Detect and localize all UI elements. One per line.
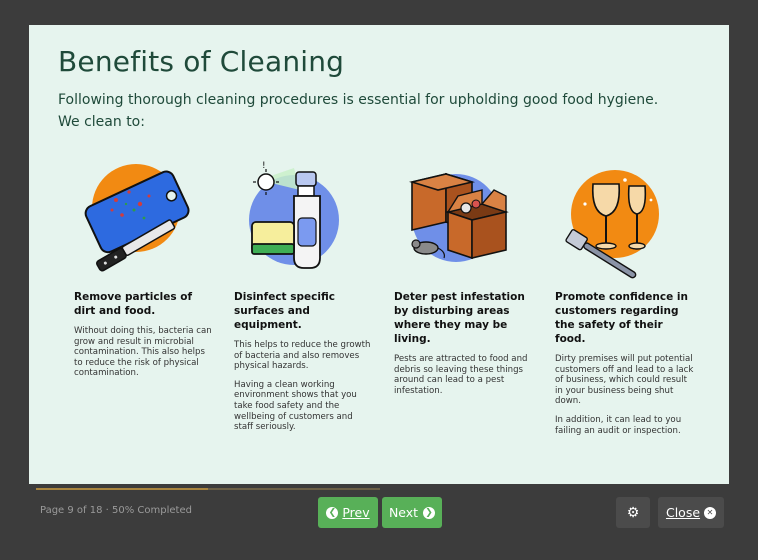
benefit-heading-4: Promote confidence in customers regardin… — [555, 291, 688, 345]
close-button[interactable]: Close ✕ — [658, 497, 724, 528]
page-title: Benefits of Cleaning — [58, 45, 345, 78]
next-label: Next — [388, 505, 419, 520]
benefit-text-4b: In addition, it can lead to you failing … — [555, 414, 682, 436]
benefit-text-2b: Having a clean working environment shows… — [234, 379, 357, 433]
chevron-left-icon: ❮ — [326, 506, 339, 519]
svg-text:!: ! — [262, 161, 266, 171]
progress-bar — [36, 488, 380, 490]
benefit-column-4: Promote confidence in customers regardin… — [555, 160, 695, 444]
benefit-text-4a: Dirty premises will put potential custom… — [555, 354, 694, 407]
close-label: Close — [665, 505, 701, 520]
prev-button[interactable]: ❮ Prev — [318, 497, 378, 528]
spray-bottle-sponge-icon: ! — [234, 160, 354, 280]
benefit-heading-1: Remove particles of dirt and food. — [74, 291, 193, 317]
intro-line-2: We clean to: — [58, 114, 145, 130]
cutting-board-knife-icon — [74, 160, 194, 280]
prev-label: Prev — [342, 505, 370, 520]
intro-line-1: Following thorough cleaning procedures i… — [58, 92, 659, 108]
benefit-text-2a: This helps to reduce the growth of bacte… — [234, 340, 371, 372]
benefit-text-1a: Without doing this, bacteria can grow an… — [74, 326, 212, 379]
content-panel: Benefits of Cleaning Following thorough … — [29, 25, 729, 484]
chevron-right-icon: ❯ — [423, 506, 436, 519]
intro-text: Following thorough cleaning procedures i… — [58, 89, 698, 133]
glasses-fork-icon — [555, 160, 675, 280]
benefit-text-3a: Pests are attracted to food and debris s… — [394, 354, 528, 396]
boxes-rat-icon — [394, 160, 514, 280]
gears-icon: ⚙ — [626, 504, 640, 521]
progress-fill — [36, 488, 208, 490]
benefit-column-3: Deter pest infestation by disturbing are… — [394, 160, 534, 404]
benefit-heading-2: Disinfect specific surfaces and equipmen… — [234, 291, 335, 331]
next-button[interactable]: Next ❯ — [382, 497, 442, 528]
benefit-column-2: ! Disinfect specific surfaces and equipm… — [234, 160, 374, 441]
benefit-column-1: Remove particles of dirt and food. Witho… — [74, 160, 214, 387]
close-icon: ✕ — [704, 506, 717, 519]
benefit-heading-3: Deter pest infestation by disturbing are… — [394, 291, 525, 345]
page-info: Page 9 of 18 · 50% Completed — [40, 505, 192, 516]
settings-button[interactable]: ⚙ — [616, 497, 650, 528]
